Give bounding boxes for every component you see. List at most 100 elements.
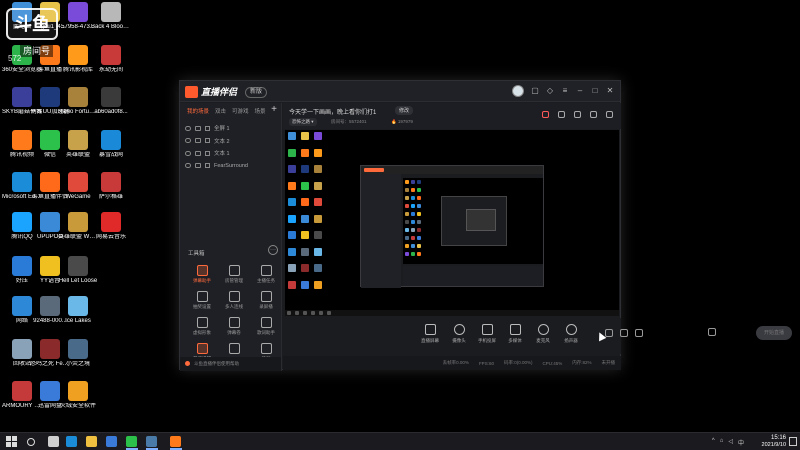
taskbar-douyu-icon[interactable] [170, 436, 181, 447]
desktop-icon[interactable]: 暴雪战网 [91, 130, 131, 159]
toolbox-more-button[interactable]: ··· [268, 245, 278, 255]
volume-icon[interactable]: ◁ [728, 438, 733, 447]
control-bar: 直播屏幕 摄像头 手机投屏 多媒体 麦克风 扬声器 开始直播 [283, 318, 792, 354]
nested-control-bar [403, 266, 543, 286]
eye-icon[interactable] [185, 163, 191, 169]
nested-icon [405, 204, 409, 208]
tool-anchor-task[interactable]: 主播任务 [250, 265, 282, 284]
add-scene-button[interactable]: + [271, 104, 277, 115]
eye-icon[interactable] [185, 125, 191, 131]
nested-icon [405, 196, 409, 200]
preview-taskbar-item [311, 311, 315, 315]
video-icon[interactable] [605, 329, 613, 337]
chevron-up-icon[interactable]: ^ [712, 438, 715, 447]
stream-preview[interactable] [285, 130, 619, 316]
category-select[interactable]: 恐怖之路 ▾ [289, 118, 317, 126]
maximize-icon[interactable]: □ [591, 87, 599, 95]
desktop-icon[interactable]: 火绒安全软件 [58, 381, 98, 410]
taskbar-steam-icon[interactable] [146, 436, 157, 447]
start-button[interactable] [6, 436, 18, 448]
source-item[interactable]: 全屏 1 [180, 122, 281, 135]
desktop-icon[interactable]: Hell Let Loose [58, 256, 98, 285]
desktop-icon[interactable]: ab60ad0f8... [91, 87, 131, 116]
desktop-icon[interactable]: 永劫无间 [91, 45, 131, 74]
speaker-button[interactable]: 扬声器 [556, 324, 586, 344]
avatar[interactable] [512, 85, 524, 97]
lock-icon[interactable] [195, 150, 201, 156]
tool-avatar[interactable]: 虚拟形象 [186, 317, 218, 336]
minimize-icon[interactable]: – [576, 87, 584, 95]
screenshot-icon[interactable] [574, 111, 581, 118]
tab-scene-4[interactable]: 场景 [255, 107, 266, 115]
tab-scene-2[interactable]: 双击 [215, 107, 226, 115]
app-icon [40, 296, 60, 316]
taskbar-edge-icon[interactable] [66, 436, 77, 447]
lock-icon[interactable] [195, 125, 201, 131]
preview-icon [288, 181, 296, 190]
title-bar[interactable]: 直播伴侣 新版 ▢ ◇ ≡ – □ ✕ [180, 81, 620, 102]
tool-room-admin[interactable]: 房管管理 [218, 265, 250, 284]
notification-icon[interactable] [590, 111, 597, 118]
desktop-icon[interactable]: 萨尔格雄 [91, 172, 131, 201]
share-icon[interactable] [606, 111, 613, 118]
taskbar-wechat-icon[interactable] [126, 436, 137, 447]
avatar-icon [196, 317, 208, 328]
microphone-button[interactable]: 麦克风 [528, 324, 558, 344]
help-notice[interactable]: 斗鱼直播伴侣使用帮助 [180, 357, 281, 371]
tab-my-scene[interactable]: 我的场景 [187, 107, 209, 115]
ime-icon[interactable]: 中 [738, 438, 744, 447]
source-item[interactable]: 文本 2 [180, 135, 281, 148]
media-button[interactable]: 多媒体 [500, 324, 530, 344]
nested-icon [411, 228, 415, 232]
camera-button[interactable]: 摄像头 [444, 324, 474, 344]
source-item[interactable]: 文本 1 [180, 147, 281, 160]
gift-icon[interactable] [542, 111, 549, 118]
lock-icon[interactable] [195, 138, 201, 144]
lock-icon[interactable] [195, 163, 201, 169]
start-logo-pane [6, 436, 11, 441]
screen-capture-button[interactable]: 直播屏幕 [415, 324, 445, 344]
taskbar-task-view-icon[interactable] [48, 436, 59, 447]
tool-record[interactable]: 录屏播 [250, 291, 282, 310]
start-logo-pane [6, 442, 11, 447]
desktop-icon[interactable]: Ice Lakes [58, 296, 98, 325]
version-badge[interactable]: 新版 [245, 87, 268, 98]
start-live-button[interactable]: 开始直播 [756, 326, 792, 340]
beauty-icon [260, 343, 272, 354]
close-icon[interactable]: ✕ [606, 87, 614, 95]
clock[interactable]: 15:16 2021/9/10 [762, 435, 786, 449]
live-companion-window[interactable]: 直播伴侣 新版 ▢ ◇ ≡ – □ ✕ 我的场景 双击 可游戏 场景 + 全屏 … [179, 80, 792, 371]
network-icon[interactable]: ⌂ [720, 438, 724, 447]
nested-icon [417, 180, 421, 184]
desktop-icon[interactable]: 网易云音乐 [91, 212, 131, 241]
desktop-icon[interactable]: Back 4 Blood Beta [91, 2, 131, 31]
tool-multi-link[interactable]: 多人连线 [218, 291, 250, 310]
search-icon[interactable] [27, 438, 35, 446]
tool-label: 房管管理 [225, 278, 243, 283]
eye-icon[interactable] [185, 138, 191, 144]
tool-lottery[interactable]: 抽奖设置 [186, 291, 218, 310]
message-icon[interactable]: ▢ [531, 87, 539, 95]
tool-lyrics[interactable]: 歌词助手 [250, 317, 282, 336]
settings-icon[interactable] [635, 329, 643, 337]
device-icon[interactable] [708, 328, 716, 336]
phone-cast-button[interactable]: 手机投屏 [472, 324, 502, 344]
tool-danmu-assistant[interactable]: 弹幕助手 [186, 265, 218, 284]
preview-icon [314, 148, 322, 157]
tool-danmu-roll[interactable]: 弹幕卷 [218, 317, 250, 336]
menu-icon[interactable]: ≡ [561, 87, 569, 95]
desktop-icon-label: 网易云音乐 [95, 234, 126, 240]
taskbar-file-explorer-icon[interactable] [86, 436, 97, 447]
tab-scene-3[interactable]: 可游戏 [232, 107, 249, 115]
layout-icon[interactable] [558, 111, 565, 118]
source-item[interactable]: FearSurround [180, 160, 281, 173]
desktop-icon[interactable]: 小荧之境 [58, 339, 98, 368]
edit-title-button[interactable]: 修改 [395, 106, 414, 115]
notification-center-icon[interactable] [789, 437, 797, 446]
eye-icon[interactable] [185, 150, 191, 156]
clock-date: 2021/9/10 [761, 442, 786, 448]
skin-icon[interactable]: ◇ [546, 87, 554, 95]
eye-icon[interactable] [620, 329, 628, 337]
status-item: 码率:0(0.00%) [503, 360, 533, 365]
taskbar-store-icon[interactable] [106, 436, 117, 447]
